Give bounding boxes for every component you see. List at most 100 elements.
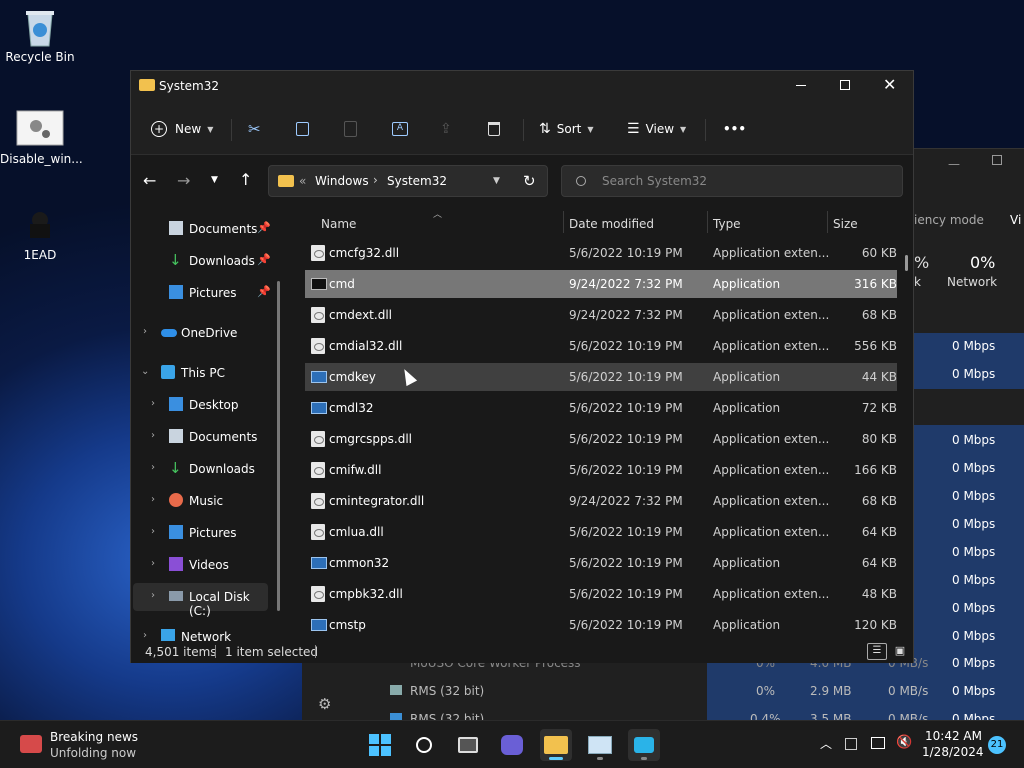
gear-icon[interactable]: ⚙ (318, 695, 331, 713)
desktop-icon-disable-win[interactable]: Disable_win... (0, 110, 83, 166)
news-widget[interactable]: Breaking news Unfolding now (16, 729, 176, 761)
nav-item-downloads-pinned[interactable]: ↓ Downloads 📌 (131, 247, 286, 275)
chevron-right-icon[interactable]: › (143, 326, 147, 337)
breadcrumb-windows[interactable]: Windows (315, 174, 369, 188)
notification-badge[interactable]: 21 (988, 736, 1006, 754)
nav-item-documents-pinned[interactable]: Documents 📌 (131, 215, 286, 243)
app-taskbar-button[interactable] (628, 729, 660, 761)
start-button[interactable] (364, 729, 396, 761)
chevron-right-icon[interactable]: › (151, 462, 155, 473)
nav-item-downloads[interactable]: › ↓ Downloads (131, 455, 286, 483)
refresh-icon[interactable]: ↻ (523, 172, 536, 190)
tiles-view-button[interactable]: ▣ (891, 643, 909, 660)
column-name[interactable]: Name (321, 217, 356, 231)
desktop-icon-1ead[interactable]: 1EAD (0, 206, 80, 262)
column-date[interactable]: Date modified (569, 217, 654, 231)
details-view-button[interactable]: ☰ (867, 643, 887, 660)
file-row-0[interactable]: cmcfg32.dll 5/6/2022 10:19 PM Application … (305, 239, 897, 267)
address-bar[interactable]: « Windows › System32 ▼ ↻ (268, 165, 548, 197)
chevron-right-icon[interactable]: › (143, 630, 147, 641)
overflow-chevron[interactable]: « (299, 174, 306, 188)
nav-item-pictures[interactable]: › Pictures (131, 519, 286, 547)
nav-item-network[interactable]: › Network (131, 623, 286, 641)
nav-item-local-disk[interactable]: › Local Disk (C:) (133, 583, 268, 618)
share-button[interactable]: ⇪ (440, 115, 452, 143)
desktop-icon-recycle-bin[interactable]: Recycle Bin (0, 8, 80, 64)
news-icon (20, 735, 42, 753)
chevron-right-icon[interactable]: › (151, 430, 155, 441)
chevron-right-icon[interactable]: › (151, 526, 155, 537)
maximize-icon[interactable] (992, 155, 1002, 165)
tm-net-value: 0 Mbps (952, 629, 996, 643)
chat-button[interactable] (496, 729, 528, 761)
cut-button[interactable]: ✂ (248, 115, 261, 143)
new-button[interactable]: + New ▼ (151, 115, 213, 143)
column-divider[interactable] (707, 211, 708, 233)
delete-button[interactable] (488, 115, 500, 143)
file-row-12[interactable]: cmstp 5/6/2022 10:19 PM Application 120 KB (305, 611, 897, 639)
task-manager-taskbar-button[interactable] (584, 729, 616, 761)
chevron-right-icon[interactable]: › (151, 590, 155, 601)
close-button[interactable]: ✕ (883, 75, 896, 94)
file-row-1[interactable]: cmd 9/24/2022 7:32 PM Application 316 KB (305, 270, 897, 298)
sort-button[interactable]: ⇅ Sort ▼ (539, 115, 594, 143)
maximize-button[interactable] (840, 80, 850, 90)
file-row-5[interactable]: cmdl32 5/6/2022 10:19 PM Application 72 KB (305, 394, 897, 422)
keyboard-icon[interactable] (845, 738, 857, 750)
recent-locations-button[interactable]: ▼ (211, 175, 218, 185)
file-row-8[interactable]: cmintegrator.dll 9/24/2022 7:32 PM Applica… (305, 487, 897, 515)
search-button[interactable] (408, 729, 440, 761)
chevron-right-icon[interactable]: › (151, 558, 155, 569)
nav-item-desktop[interactable]: › Desktop (131, 391, 286, 419)
file-row-2[interactable]: cmdext.dll 9/24/2022 7:32 PM Application e… (305, 301, 897, 329)
file-row-6[interactable]: cmgrcspps.dll 5/6/2022 10:19 PM Applicatio… (305, 425, 897, 453)
tm-process-row[interactable]: RMS (32 bit) 0% 2.9 MB 0 MB/s 0 Mbps (302, 677, 1024, 705)
task-view-button[interactable] (452, 729, 484, 761)
column-type[interactable]: Type (713, 217, 741, 231)
tm-header-view[interactable]: Vi (1010, 213, 1021, 227)
file-size: 80 KB (861, 432, 897, 446)
nav-item-documents[interactable]: › Documents (131, 423, 286, 451)
file-row-11[interactable]: cmpbk32.dll 5/6/2022 10:19 PM Application … (305, 580, 897, 608)
rename-button[interactable]: A (392, 115, 408, 143)
file-row-4[interactable]: cmdkey 5/6/2022 10:19 PM Application 44 KB (305, 363, 897, 391)
chevron-right-icon[interactable]: › (151, 494, 155, 505)
chevron-down-icon[interactable]: ⌄ (141, 366, 149, 377)
nav-item-onedrive[interactable]: › OneDrive (131, 319, 286, 347)
column-divider[interactable] (827, 211, 828, 233)
file-explorer-taskbar-button[interactable] (540, 729, 572, 761)
up-button[interactable]: ↑ (239, 170, 252, 189)
minimize-button[interactable] (793, 79, 809, 91)
search-box[interactable]: Search System32 (561, 165, 903, 197)
file-row-10[interactable]: cmmon32 5/6/2022 10:19 PM Application 64 KB (305, 549, 897, 577)
column-divider[interactable] (563, 211, 564, 233)
file-row-3[interactable]: cmdial32.dll 5/6/2022 10:19 PM Application… (305, 332, 897, 360)
column-size[interactable]: Size (833, 217, 858, 231)
vertical-scrollbar[interactable] (905, 255, 908, 271)
copy-button[interactable] (296, 115, 309, 143)
show-hidden-icons-button[interactable]: ︿ (820, 735, 832, 752)
chevron-right-icon[interactable]: › (151, 398, 155, 409)
nav-item-this-pc[interactable]: ⌄ This PC (131, 359, 286, 387)
chevron-down-icon[interactable]: ▼ (493, 176, 500, 186)
back-button[interactable]: ← (143, 171, 156, 190)
forward-button[interactable]: → (177, 171, 190, 190)
nav-scrollbar[interactable] (277, 281, 280, 611)
search-input[interactable]: Search System32 (602, 174, 707, 188)
breadcrumb-system32[interactable]: System32 (387, 174, 447, 188)
nav-item-videos[interactable]: › Videos (131, 551, 286, 579)
see-more-button[interactable]: ••• (723, 115, 746, 143)
tm-network-label[interactable]: Network (947, 275, 997, 289)
tm-process-row[interactable]: RMS (32 bit) 0.4% 3.5 MB 0 MB/s 0 Mbps (302, 705, 1024, 721)
network-status-icon[interactable] (871, 737, 885, 749)
view-button[interactable]: ☰ View ▼ (627, 115, 686, 143)
file-row-7[interactable]: cmifw.dll 5/6/2022 10:19 PM Application ex… (305, 456, 897, 484)
paste-button[interactable] (344, 115, 357, 143)
tm-header-mode[interactable]: iency mode (914, 213, 984, 227)
nav-item-pictures-pinned[interactable]: Pictures 📌 (131, 279, 286, 307)
minimize-icon[interactable]: — (948, 157, 960, 171)
file-row-9[interactable]: cmlua.dll 5/6/2022 10:19 PM Application ex… (305, 518, 897, 546)
volume-muted-icon[interactable]: 🔇 (896, 735, 912, 750)
clock[interactable]: 10:42 AM 1/28/2024 (922, 729, 984, 761)
nav-item-music[interactable]: › Music (131, 487, 286, 515)
